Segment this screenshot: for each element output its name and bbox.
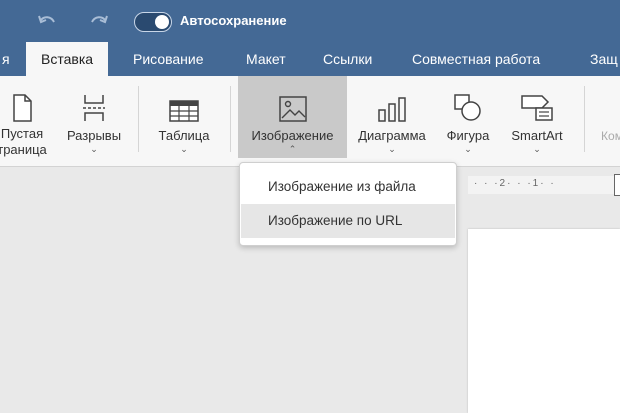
redo-icon[interactable] [88,10,110,32]
chevron-up-icon: ⌃ [288,144,297,154]
ribbon-divider [230,86,231,152]
tab-protect[interactable]: Защ [590,42,618,76]
autosave-label: Автосохранение [180,13,287,28]
tab-references[interactable]: Ссылки [323,42,372,76]
toggle-knob [155,15,169,29]
ruler-margin-handle[interactable] [614,174,620,196]
image-button[interactable]: Изображение ⌃ [238,76,347,158]
tab-insert[interactable]: Вставка [26,42,109,76]
ribbon-divider [138,86,139,152]
breaks-label: Разрывы [66,128,122,143]
menu-item-image-from-url[interactable]: Изображение по URL [241,204,455,238]
smartart-button[interactable]: SmartArt ⌄ [503,76,571,158]
blank-page-icon [11,92,33,122]
chevron-down-icon: ⌄ [90,144,98,154]
table-button[interactable]: Таблица ⌄ [150,76,218,158]
shapes-icon [454,92,482,122]
image-icon [278,92,307,122]
image-label: Изображение [251,128,334,143]
title-bar: Автосохранение [0,0,620,42]
menu-item-image-from-file[interactable]: Изображение из файла [241,170,455,204]
blank-page-button[interactable]: Пустая траница [0,76,50,158]
chevron-down-icon: ⌄ [533,144,541,154]
comment-button[interactable]: Ком [592,76,620,158]
bar-chart-icon [377,92,407,122]
tab-collaboration[interactable]: Совместная работа [412,42,540,76]
chevron-down-icon: ⌄ [464,144,472,154]
shape-label: Фигура [446,128,490,143]
table-icon [169,92,199,122]
autosave-toggle[interactable] [134,12,172,32]
smartart-icon [520,92,554,122]
horizontal-ruler[interactable]: · · ·2· · ·1· · [468,174,620,196]
undo-icon[interactable] [36,10,58,32]
chevron-down-icon: ⌄ [388,144,396,154]
table-label: Таблица [158,128,210,143]
tab-home[interactable]: я [0,42,14,76]
breaks-button[interactable]: Разрывы ⌄ [60,76,128,158]
chevron-down-icon: ⌄ [180,144,188,154]
comment-label: Ком [601,129,620,143]
chart-label: Диаграмма [358,128,426,143]
document-page[interactable] [468,229,620,413]
tab-draw[interactable]: Рисование [133,42,204,76]
ruler-ticks: · · ·2· · ·1· · [474,178,556,189]
ribbon-tab-bar: я Вставка Рисование Макет Ссылки Совмест… [0,42,620,76]
shape-button[interactable]: Фигура ⌄ [440,76,496,158]
ribbon-divider [584,86,585,152]
chart-button[interactable]: Диаграмма ⌄ [351,76,433,158]
blank-page-label: Пустая траница [0,126,47,157]
smartart-label: SmartArt [511,128,563,143]
page-break-icon [81,92,107,122]
image-insert-menu: Изображение из файла Изображение по URL [239,162,457,246]
ribbon-toolbar: Пустая траница Разрывы ⌄ Таблица ⌄ Изобра… [0,76,620,167]
tab-layout[interactable]: Макет [246,42,286,76]
